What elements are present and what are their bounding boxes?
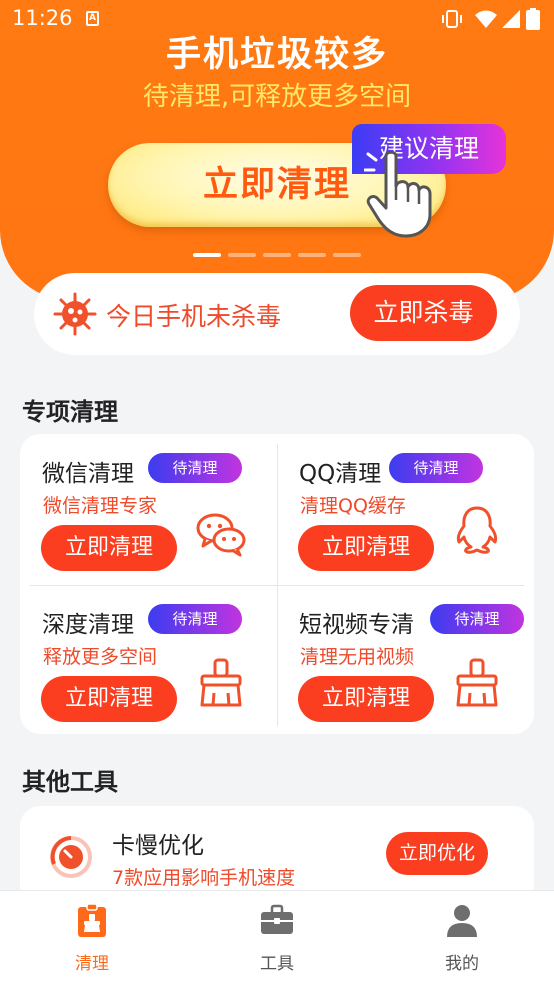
optimize-now-button[interactable]: 立即优化 bbox=[386, 832, 488, 875]
card-desc: 微信清理专家 bbox=[43, 495, 158, 517]
wechat-icon bbox=[196, 513, 246, 557]
user-icon bbox=[447, 905, 477, 937]
qq-clean-button[interactable]: 立即清理 bbox=[298, 525, 434, 571]
carousel-dot bbox=[263, 253, 291, 257]
card-title: 深度清理 bbox=[42, 612, 134, 638]
nav-label: 工具 bbox=[260, 954, 294, 974]
card-desc: 清理QQ缓存 bbox=[300, 495, 406, 517]
virus-icon bbox=[53, 292, 97, 336]
wechat-clean-card[interactable]: 微信清理 待清理 微信清理专家 立即清理 bbox=[20, 434, 277, 584]
card-desc: 清理无用视频 bbox=[300, 646, 415, 668]
clean-icon bbox=[78, 903, 106, 937]
pending-badge: 待清理 bbox=[389, 453, 483, 483]
carousel-dot bbox=[228, 253, 256, 257]
short-video-clean-button[interactable]: 立即清理 bbox=[298, 676, 434, 722]
card-title: QQ清理 bbox=[299, 461, 382, 487]
special-clean-grid: 微信清理 待清理 微信清理专家 立即清理 QQ清理 待清理 清理QQ缓存 立即清… bbox=[20, 434, 534, 734]
qq-clean-card[interactable]: QQ清理 待清理 清理QQ缓存 立即清理 bbox=[277, 434, 534, 584]
antivirus-button[interactable]: 立即杀毒 bbox=[350, 285, 497, 341]
toolbox-icon bbox=[261, 904, 293, 934]
hero-banner: 11:26 A 手机垃圾较多 待清理,可释放更多空间 立即清理 建议清理 bbox=[0, 0, 554, 300]
hero-subtitle: 待清理,可释放更多空间 bbox=[142, 82, 412, 112]
deep-clean-card[interactable]: 深度清理 待清理 释放更多空间 立即清理 bbox=[20, 585, 277, 735]
nav-label: 我的 bbox=[445, 954, 479, 974]
nav-label: 清理 bbox=[75, 954, 109, 974]
other-tools-title: 其他工具 bbox=[22, 768, 118, 796]
pending-badge: 待清理 bbox=[148, 453, 242, 483]
nav-tab-tools[interactable]: 工具 bbox=[185, 891, 369, 984]
carousel-indicator bbox=[193, 253, 363, 258]
hero-title: 手机垃圾较多 bbox=[165, 35, 388, 75]
tool-title: 卡慢优化 bbox=[112, 833, 204, 859]
deep-clean-button[interactable]: 立即清理 bbox=[41, 676, 177, 722]
short-video-clean-card[interactable]: 短视频专清 待清理 清理无用视频 立即清理 bbox=[277, 585, 534, 735]
bottom-nav: 清理 工具 我的 bbox=[0, 890, 554, 984]
card-title: 短视频专清 bbox=[299, 612, 414, 638]
broom-icon bbox=[200, 658, 242, 707]
wechat-clean-button[interactable]: 立即清理 bbox=[41, 525, 177, 571]
carousel-dot bbox=[333, 253, 361, 257]
nav-tab-mine[interactable]: 我的 bbox=[370, 891, 554, 984]
qq-penguin-icon bbox=[456, 506, 498, 554]
pending-badge: 待清理 bbox=[430, 604, 524, 634]
carousel-dot bbox=[298, 253, 326, 257]
antivirus-card: 今日手机未杀毒 立即杀毒 bbox=[34, 273, 520, 355]
carousel-dot bbox=[193, 253, 221, 257]
card-title: 微信清理 bbox=[42, 461, 134, 487]
nav-tab-clean[interactable]: 清理 bbox=[0, 891, 184, 984]
virus-status-text: 今日手机未杀毒 bbox=[106, 302, 282, 331]
app-notification-icon: A bbox=[86, 11, 99, 26]
pending-badge: 待清理 bbox=[148, 604, 242, 634]
special-clean-title: 专项清理 bbox=[22, 398, 118, 426]
card-desc: 释放更多空间 bbox=[43, 646, 158, 668]
broom-icon bbox=[456, 658, 498, 707]
tool-desc: 7款应用影响手机速度 bbox=[112, 867, 296, 889]
pointing-hand-icon bbox=[364, 150, 432, 238]
speedometer-icon bbox=[50, 836, 92, 878]
